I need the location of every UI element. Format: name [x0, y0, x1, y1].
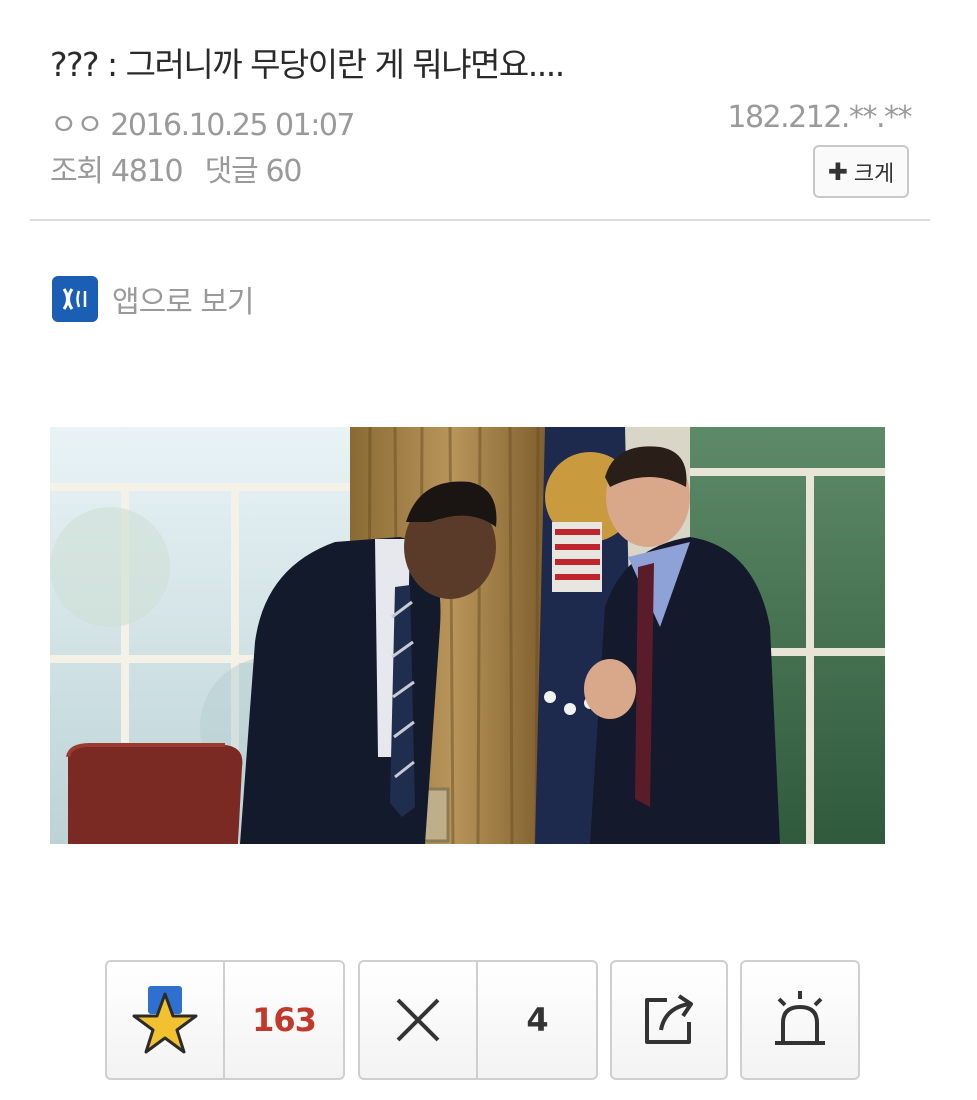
comments-label: 댓글 — [204, 154, 259, 189]
post-stats: 조회 4810 댓글 60 — [50, 146, 315, 190]
share-group — [610, 960, 728, 1080]
recommend-count-cell[interactable]: 163 — [225, 962, 343, 1078]
header-divider — [30, 219, 930, 221]
recommend-group: 163 — [105, 960, 345, 1080]
author-ip: 182.212.**.** — [727, 100, 912, 135]
views-count: 4810 — [110, 154, 184, 189]
dislike-button[interactable] — [360, 962, 478, 1078]
star-icon — [132, 986, 198, 1054]
share-icon — [645, 994, 693, 1044]
post-actions: 163 4 — [0, 960, 977, 1080]
post-photo — [50, 427, 885, 844]
recommend-button[interactable] — [107, 962, 225, 1078]
app-logo-icon — [52, 276, 98, 322]
open-in-app-label: 앱으로 보기 — [112, 285, 255, 320]
post-meta: ㅇㅇ 2016.10.25 01:07 — [50, 100, 356, 144]
close-icon — [396, 998, 440, 1042]
plus-icon: ✚ — [827, 157, 848, 186]
dislike-group: 4 — [358, 960, 598, 1080]
report-button[interactable] — [742, 962, 858, 1078]
comments-count: 60 — [265, 154, 303, 189]
dislike-count: 4 — [526, 1001, 548, 1039]
post-title: ??? : 그러니까 무당이란 게 뭐냐면요.... — [50, 45, 565, 84]
enlarge-button[interactable]: ✚ 크게 — [813, 145, 909, 198]
dislike-count-cell[interactable]: 4 — [478, 962, 596, 1078]
siren-icon — [775, 991, 825, 1045]
enlarge-label: 크게 — [853, 161, 895, 187]
recommend-count: 163 — [252, 1001, 317, 1039]
views-label: 조회 — [50, 154, 104, 189]
open-in-app-link[interactable]: 앱으로 보기 — [52, 276, 255, 322]
share-button[interactable] — [612, 962, 726, 1078]
author-name[interactable]: ㅇㅇ — [50, 108, 104, 143]
report-group — [740, 960, 860, 1080]
post-datetime: 2016.10.25 01:07 — [110, 108, 355, 143]
